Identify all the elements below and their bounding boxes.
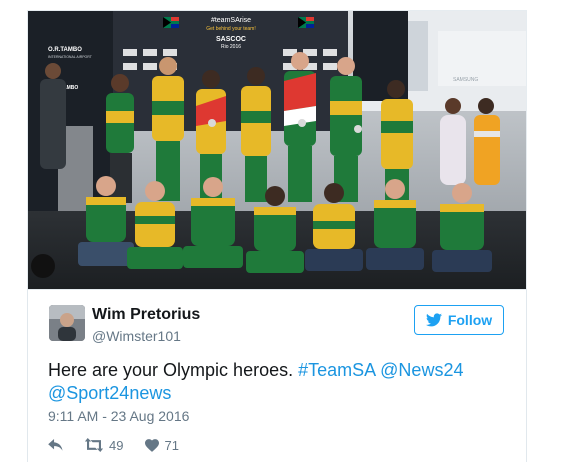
backdrop-tagline: Get behind your team! (206, 26, 255, 32)
reply-icon (48, 438, 64, 452)
display-name[interactable]: Wim Pretorius (92, 306, 200, 324)
team-photo-illustration: #teamSArise Get behind your team! SASCOC… (28, 11, 526, 289)
twitter-bird-icon (425, 313, 442, 327)
brand-text: SAMSUNG (453, 77, 478, 83)
avatar[interactable] (49, 305, 85, 341)
retweet-icon (84, 438, 104, 452)
embedded-tweet: #teamSArise Get behind your team! SASCOC… (0, 0, 578, 462)
tweet-photo[interactable]: #teamSArise Get behind your team! SASCOC… (27, 10, 527, 290)
backdrop-org: SASCOC (216, 36, 246, 43)
airport-logo-text: O.R.TAMBO (48, 47, 82, 53)
camera-lens (31, 254, 55, 278)
hashtag-link[interactable]: #TeamSA (298, 360, 375, 380)
airport-logo-sub: INTERNATIONAL AIRPORT (48, 55, 93, 59)
like-count: 71 (164, 437, 179, 453)
backdrop-event: Rio 2016 (221, 44, 241, 50)
reply-button[interactable] (48, 438, 64, 452)
tweet-timestamp[interactable]: 9:11 AM - 23 Aug 2016 (48, 408, 189, 424)
user-handle[interactable]: @Wimster101 (92, 328, 181, 344)
follow-label: Follow (447, 312, 493, 328)
tweet-text: Here are your Olympic heroes. #TeamSA @N… (48, 359, 508, 405)
mention-link-sport24news[interactable]: @Sport24news (48, 383, 171, 403)
backdrop-hashtag: #teamSArise (211, 17, 251, 24)
retweet-count: 49 (109, 437, 124, 453)
tweet-actions: 49 71 (48, 435, 201, 455)
mention-link-news24[interactable]: @News24 (380, 360, 463, 380)
tweet-body: Wim Pretorius @Wimster101 Follow Here ar… (27, 288, 527, 462)
like-button[interactable]: 71 (145, 437, 179, 453)
heart-icon (145, 438, 160, 452)
tweet-text-body: Here are your Olympic heroes. (48, 360, 299, 380)
follow-button[interactable]: Follow (414, 305, 504, 335)
retweet-button[interactable]: 49 (84, 438, 123, 453)
